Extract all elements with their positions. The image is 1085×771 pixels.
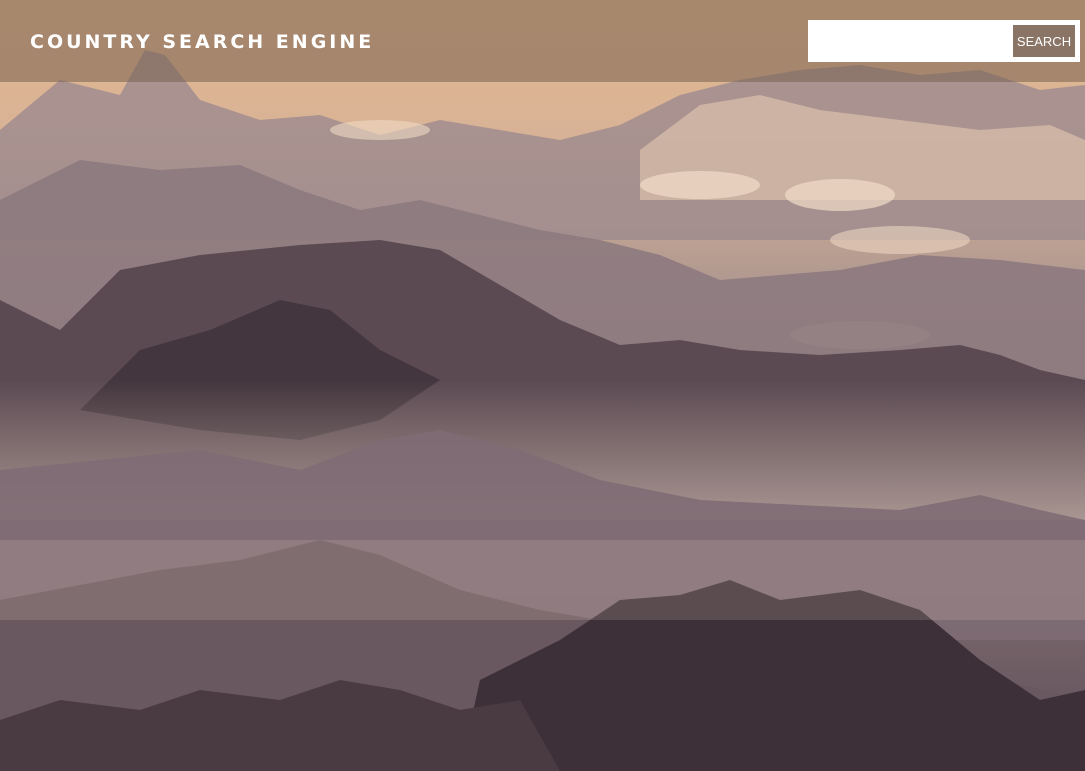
mountain-landscape-image <box>0 0 1085 771</box>
page: COUNTRY SEARCH ENGINE SEARCH <box>0 0 1085 771</box>
search-form: SEARCH <box>808 20 1080 62</box>
header-bar: COUNTRY SEARCH ENGINE SEARCH <box>0 0 1085 82</box>
site-title: COUNTRY SEARCH ENGINE <box>30 31 375 53</box>
search-button[interactable]: SEARCH <box>1011 23 1077 59</box>
search-input[interactable] <box>808 20 1010 62</box>
